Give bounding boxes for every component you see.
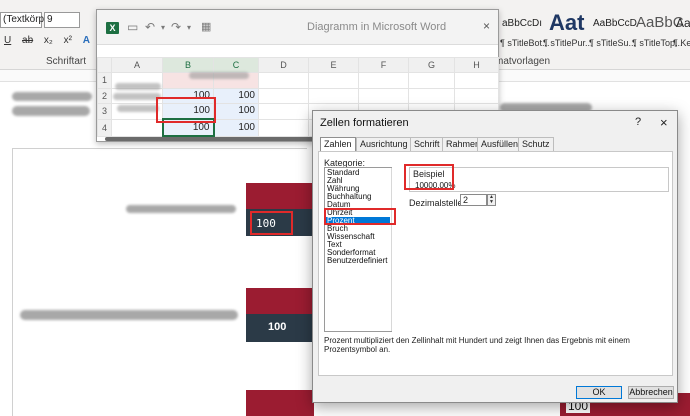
column-header[interactable]: A bbox=[111, 56, 163, 74]
undo-icon[interactable]: ↶ bbox=[145, 20, 155, 34]
chart-bar bbox=[246, 288, 314, 314]
style-preview-1[interactable]: aBbCcDı bbox=[502, 18, 542, 29]
cell[interactable] bbox=[258, 118, 309, 137]
redacted-cell bbox=[113, 93, 161, 100]
font-name-box[interactable]: (Textkörpe bbox=[0, 12, 50, 28]
highlight-box bbox=[250, 211, 293, 235]
redo-icon[interactable]: ↷ bbox=[171, 20, 181, 34]
help-icon[interactable]: ? bbox=[635, 116, 641, 128]
strikethrough-button[interactable]: ab bbox=[22, 35, 33, 46]
tab-ausfuellen[interactable]: Ausfüllen bbox=[477, 137, 523, 151]
format-buttons-row: U ab x₂ x² A bbox=[4, 35, 98, 46]
column-header[interactable]: D bbox=[258, 56, 309, 74]
column-header[interactable]: G bbox=[408, 56, 455, 74]
cell[interactable]: 100 bbox=[213, 87, 259, 104]
excel-logo-icon: X bbox=[106, 22, 119, 34]
row-header[interactable]: 4 bbox=[97, 118, 112, 137]
redacted-axis-label bbox=[20, 310, 238, 320]
cell[interactable] bbox=[454, 87, 499, 104]
column-header-row: A B C D E F G H bbox=[97, 56, 499, 74]
chart-bar bbox=[246, 390, 314, 416]
category-description: Prozent multipliziert den Zellinhalt mit… bbox=[324, 336, 630, 354]
group-schriftart-label: Schriftart bbox=[46, 56, 87, 67]
cell[interactable] bbox=[308, 72, 359, 89]
data-label: 100 bbox=[268, 321, 287, 333]
style-preview-3[interactable]: AaBbCcD bbox=[593, 18, 637, 29]
grid-icon[interactable]: ▦ bbox=[201, 20, 211, 33]
cell[interactable] bbox=[111, 118, 163, 137]
chevron-down-icon[interactable]: ▾ bbox=[161, 23, 165, 32]
font-size-box[interactable]: 9 bbox=[44, 12, 80, 28]
redacted-cell bbox=[115, 83, 161, 90]
cell[interactable]: 100 bbox=[213, 102, 259, 120]
excel-titlebar: X ▭ ↶ ▾ ↷ ▾ ▦ Diagramm in Microsoft Word… bbox=[97, 10, 498, 45]
redacted-axis-label bbox=[126, 205, 236, 213]
tab-panel-zahlen: Kategorie: Standard Zahl Währung Buchhal… bbox=[318, 151, 673, 376]
cancel-button[interactable]: Abbrechen bbox=[628, 386, 674, 399]
underline-button[interactable]: U bbox=[4, 35, 11, 46]
list-scrollbar[interactable] bbox=[391, 168, 392, 331]
column-header[interactable]: C bbox=[213, 56, 259, 74]
highlight-box bbox=[404, 164, 454, 190]
dialog-title: Zellen formatieren bbox=[320, 117, 409, 129]
redacted-cell bbox=[189, 72, 249, 79]
subscript-button[interactable]: x₂ bbox=[44, 35, 53, 46]
cell[interactable] bbox=[454, 72, 499, 89]
chevron-down-icon[interactable]: ▾ bbox=[187, 23, 191, 32]
style-preview-2[interactable]: Aat bbox=[549, 10, 584, 36]
group-formatvorlagen-label: matvorlagen bbox=[495, 56, 551, 67]
column-header[interactable]: F bbox=[358, 56, 409, 74]
close-icon[interactable]: × bbox=[483, 19, 490, 33]
chart-bar bbox=[246, 183, 314, 209]
row-header[interactable]: 2 bbox=[97, 87, 112, 104]
style-name-2: ¶ sTitlePur... bbox=[543, 38, 593, 48]
decimal-places-stepper[interactable]: ▲ ▼ bbox=[487, 194, 496, 206]
row-header[interactable]: 1 bbox=[97, 72, 112, 89]
cell[interactable] bbox=[358, 72, 409, 89]
style-name-5: ¶ Kein bbox=[673, 38, 690, 48]
redacted-text bbox=[12, 92, 92, 101]
tab-schutz[interactable]: Schutz bbox=[518, 137, 554, 151]
tab-ausrichtung[interactable]: Ausrichtung bbox=[356, 137, 412, 151]
cell[interactable] bbox=[358, 87, 409, 104]
tab-schrift[interactable]: Schrift bbox=[410, 137, 444, 151]
cell[interactable] bbox=[258, 87, 309, 104]
row-header[interactable]: 3 bbox=[97, 102, 112, 120]
highlight-box bbox=[156, 97, 216, 123]
style-name-3: ¶ sTitleSu... bbox=[589, 38, 637, 48]
column-header[interactable]: B bbox=[162, 56, 214, 74]
close-icon[interactable]: × bbox=[660, 115, 668, 130]
page-edge-left bbox=[12, 148, 13, 416]
format-cells-dialog: Zellen formatieren ? × Zahlen Ausrichtun… bbox=[312, 110, 678, 403]
redacted-cell bbox=[117, 105, 159, 112]
cell[interactable] bbox=[258, 72, 309, 89]
select-all-corner[interactable] bbox=[97, 56, 112, 74]
text-effects-button[interactable]: A bbox=[83, 35, 90, 46]
cell[interactable]: 100 bbox=[213, 118, 259, 137]
decimal-places-input[interactable]: 2 bbox=[460, 194, 487, 206]
style-preview-5[interactable]: AaBbC bbox=[676, 16, 690, 30]
highlight-box bbox=[324, 208, 396, 225]
cell[interactable] bbox=[258, 102, 309, 120]
page-edge-top bbox=[12, 148, 307, 149]
superscript-button[interactable]: x² bbox=[64, 35, 72, 46]
cell[interactable] bbox=[308, 87, 359, 104]
list-item[interactable]: Benutzerdefiniert bbox=[326, 257, 390, 265]
ok-button[interactable]: OK bbox=[576, 386, 622, 399]
cell[interactable] bbox=[408, 72, 455, 89]
column-header[interactable]: H bbox=[454, 56, 499, 74]
cell[interactable] bbox=[408, 87, 455, 104]
redacted-text bbox=[12, 106, 90, 116]
tab-zahlen[interactable]: Zahlen bbox=[320, 137, 356, 152]
save-icon[interactable]: ▭ bbox=[127, 20, 138, 34]
category-list[interactable]: Standard Zahl Währung Buchhaltung Datum … bbox=[324, 167, 392, 332]
excel-window-title: Diagramm in Microsoft Word bbox=[307, 21, 447, 33]
column-header[interactable]: E bbox=[308, 56, 359, 74]
